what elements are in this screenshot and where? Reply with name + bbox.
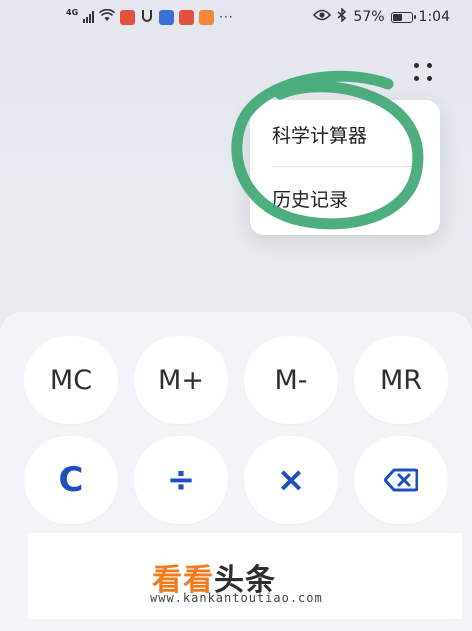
more-notifications-icon: ··· [219,10,234,24]
watermark: 看看头条 www.kankantoutiao.com [28,533,462,619]
app-notification-icon [120,9,136,25]
more-options-icon[interactable] [408,58,438,88]
divide-button[interactable]: ÷ [134,436,228,524]
battery-percent: 57% [353,9,385,25]
memory-recall-button[interactable]: MR [354,336,448,424]
menu-divider [272,166,422,167]
app-notification-icon [199,9,215,25]
signal-icon [83,11,95,23]
battery-icon [390,11,416,23]
wifi-icon [99,8,116,26]
watermark-url: www.kankantoutiao.com [150,591,323,605]
network-type: 4G [66,7,79,17]
memory-clear-button[interactable]: MC [24,336,118,424]
memory-subtract-button[interactable]: M- [244,336,338,424]
menu-item-history[interactable]: 历史记录 [272,174,422,226]
bluetooth-icon [337,7,347,26]
status-bar-left: 4G ··· [66,8,234,26]
status-bar: 4G ··· 57% 1:04 [0,0,472,36]
alarm-icon [140,8,154,26]
clock: 1:04 [418,9,450,25]
menu-item-scientific-calculator[interactable]: 科学计算器 [272,110,422,162]
app-notification-icon [159,9,175,25]
memory-add-button[interactable]: M+ [134,336,228,424]
overflow-menu: 科学计算器 历史记录 [250,100,440,235]
status-bar-right: 57% 1:04 [313,7,450,26]
clear-button[interactable]: C [24,436,118,524]
backspace-icon [384,468,418,492]
app-notification-icon [179,9,195,25]
multiply-button[interactable]: × [244,436,338,524]
backspace-button[interactable] [354,436,448,524]
eye-comfort-icon [313,9,332,25]
